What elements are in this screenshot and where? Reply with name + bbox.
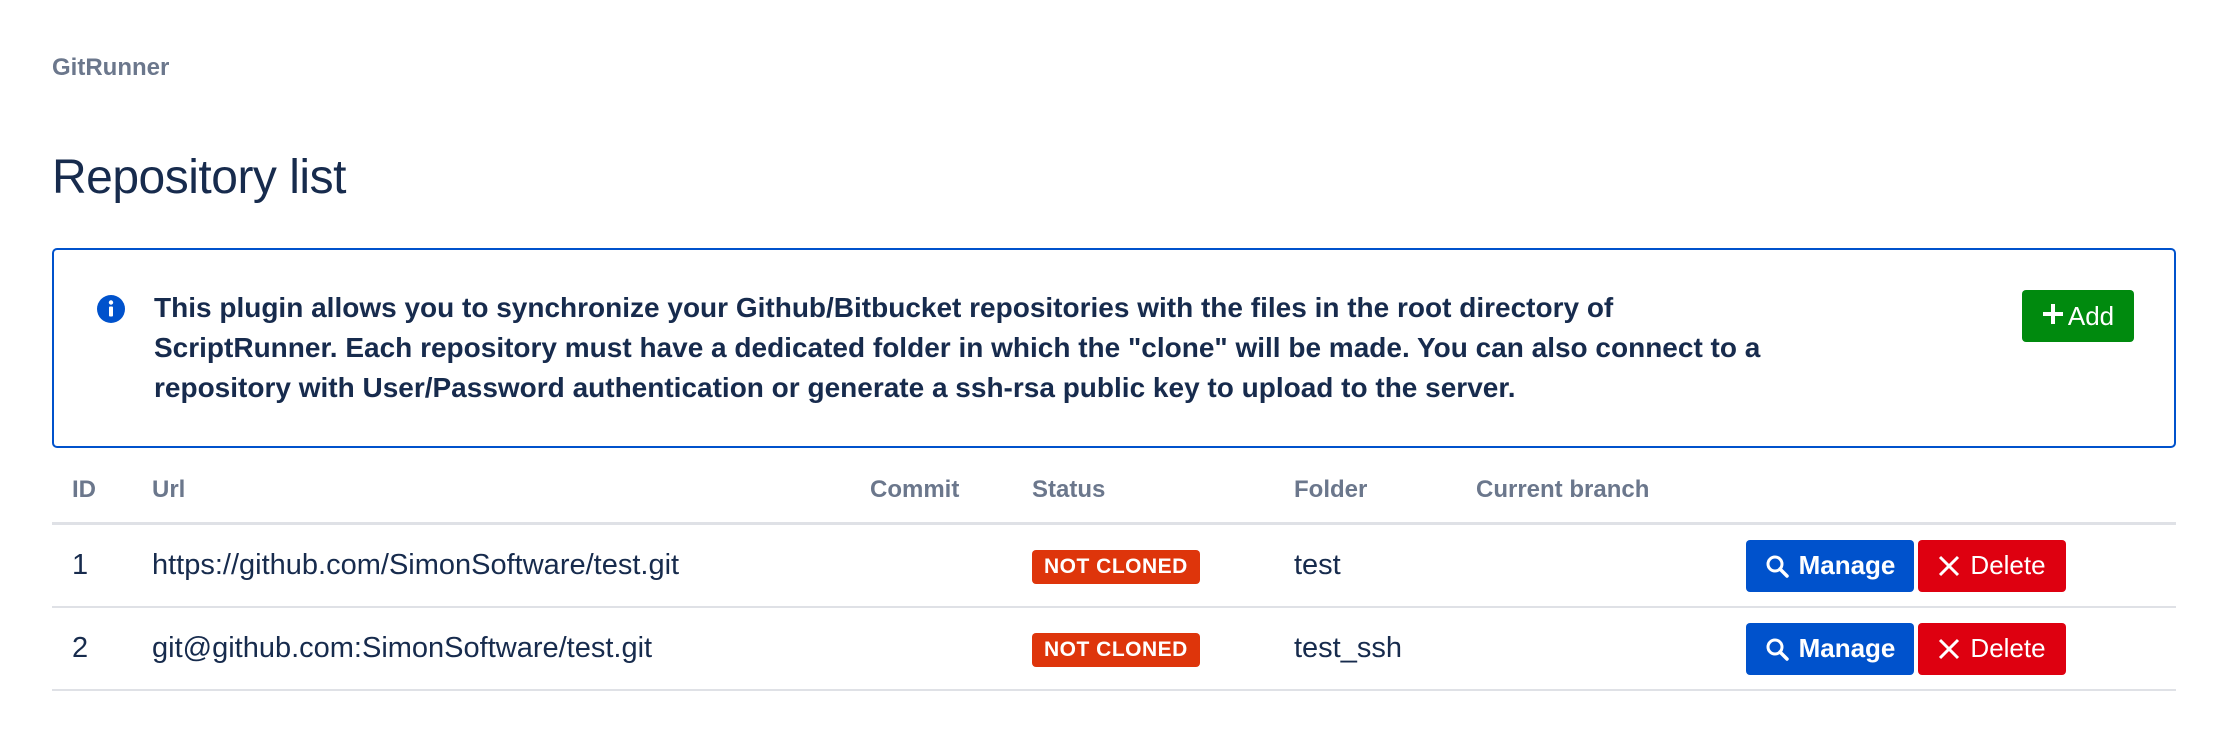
row-actions: Manage Delete [1726,607,2176,691]
row-commit [850,523,1012,608]
row-status-cell: NOT CLONED [1012,523,1274,608]
row-commit [850,607,1012,691]
manage-button[interactable]: Manage [1746,622,1914,675]
add-button-label: Add [2067,300,2115,331]
add-repository-button[interactable]: Add [2022,290,2134,342]
status-badge: NOT CLONED [1032,549,1200,584]
close-icon [1938,638,1960,660]
row-folder: test [1274,523,1456,608]
delete-button[interactable]: Delete [1918,622,2066,675]
column-header-id: ID [52,458,132,525]
search-icon [1765,637,1789,661]
status-badge: NOT CLONED [1032,632,1200,667]
delete-button[interactable]: Delete [1918,539,2066,592]
info-icon [96,294,126,324]
row-id: 2 [52,607,132,691]
manage-button-label: Manage [1798,633,1896,663]
column-header-branch: Current branch [1456,458,1726,525]
plus-icon [2042,301,2064,332]
breadcrumb[interactable]: GitRunner [52,54,169,82]
row-url: git@github.com:SimonSoftware/test.git [132,607,850,691]
delete-button-label: Delete [1970,550,2046,580]
table-row: 1 https://github.com/SimonSoftware/test.… [52,523,2176,608]
info-message: This plugin allows you to synchronize yo… [154,292,1761,403]
page-title: Repository list [52,151,346,204]
table-row: 2 git@github.com:SimonSoftware/test.git … [52,607,2176,691]
row-url: https://github.com/SimonSoftware/test.gi… [132,523,850,608]
manage-button-label: Manage [1798,550,1896,580]
info-panel: This plugin allows you to synchronize yo… [52,248,2176,448]
row-actions: Manage Delete [1726,523,2176,608]
column-header-url: Url [132,458,850,525]
repository-table: ID Url Commit Status Folder Current bran… [52,458,2176,691]
column-header-actions [1726,458,2176,525]
row-id: 1 [52,523,132,608]
close-icon [1938,555,1960,577]
table-header-row: ID Url Commit Status Folder Current bran… [52,458,2176,525]
row-branch [1456,523,1726,608]
search-icon [1765,554,1789,578]
row-branch [1456,607,1726,691]
column-header-status: Status [1012,458,1274,525]
manage-button[interactable]: Manage [1746,539,1914,592]
row-folder: test_ssh [1274,607,1456,691]
column-header-folder: Folder [1274,458,1456,525]
column-header-commit: Commit [850,458,1012,525]
row-status-cell: NOT CLONED [1012,607,1274,691]
delete-button-label: Delete [1970,633,2046,663]
